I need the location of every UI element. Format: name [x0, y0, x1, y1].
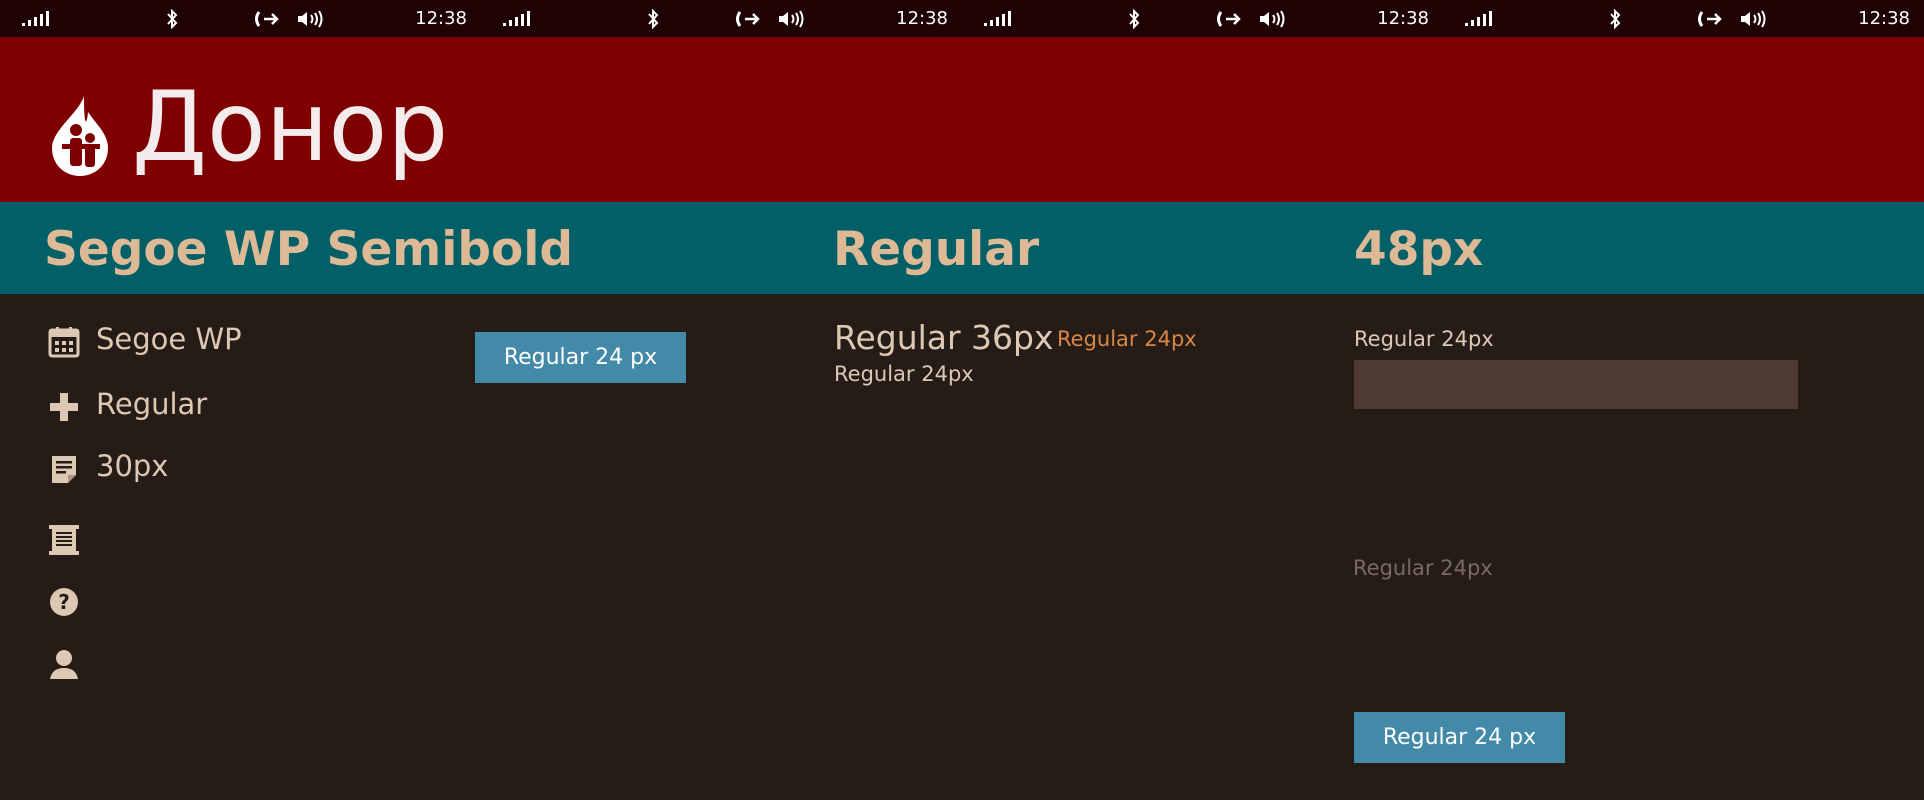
bluetooth-icon: [1129, 9, 1140, 29]
person-icon: [50, 650, 78, 679]
nav-item-label: 30px: [96, 449, 169, 483]
nav-item-help[interactable]: ?: [48, 578, 408, 622]
call-forwarding-icon: [255, 11, 279, 27]
volume-icon: [779, 10, 804, 28]
calendar-icon: [48, 327, 80, 358]
section-heading-2: Regular: [833, 222, 1040, 277]
section-header-bar: Segoe WP Semibold Regular 48px: [0, 202, 1924, 294]
nav-item-calendar[interactable]: Segoe WP: [48, 318, 408, 362]
call-forwarding-icon: [1698, 11, 1722, 27]
bluetooth-icon: [1610, 9, 1621, 29]
regular-24px-button-right[interactable]: Regular 24 px: [1354, 712, 1565, 763]
bluetooth-icon: [648, 9, 659, 29]
receipt-icon: [49, 525, 79, 555]
call-forwarding-icon: [1217, 11, 1241, 27]
nav-item-label: Regular: [96, 387, 208, 421]
sample-text-24px: Regular 24px: [834, 362, 974, 386]
nav-item-label: Segoe WP: [96, 322, 242, 356]
status-bar: 12:38: [481, 0, 962, 37]
help-icon: ?: [50, 588, 78, 616]
sample-text-36px: Regular 36px: [834, 318, 1054, 357]
plus-icon: [50, 393, 78, 421]
nav-item-add[interactable]: Regular: [48, 383, 408, 427]
blood-drop-people-logo: [52, 96, 108, 176]
signal-strength-icon: [503, 11, 530, 26]
app-header: Донор: [0, 37, 1924, 202]
signal-strength-icon: [1465, 11, 1492, 26]
status-bars: 12:38 12:38 12:38 12:38: [0, 0, 1924, 37]
svg-text:?: ?: [58, 590, 70, 614]
regular-24px-button[interactable]: Regular 24 px: [475, 332, 686, 383]
section-heading-1: Segoe WP Semibold: [44, 222, 574, 277]
sample-text-24px-accent: Regular 24px: [1057, 327, 1197, 351]
section-heading-3: 48px: [1354, 222, 1484, 277]
nav-item-profile[interactable]: [48, 640, 408, 684]
volume-icon: [1741, 10, 1766, 28]
clock: 12:38: [1858, 8, 1910, 29]
input-label: Regular 24px: [1354, 327, 1494, 351]
note-icon: [52, 456, 76, 483]
clock: 12:38: [896, 8, 948, 29]
bluetooth-icon: [167, 9, 178, 29]
clock: 12:38: [415, 8, 467, 29]
status-bar: 12:38: [962, 0, 1443, 37]
app-title: Донор: [132, 71, 449, 183]
text-input[interactable]: [1354, 360, 1798, 409]
clock: 12:38: [1377, 8, 1429, 29]
volume-icon: [1260, 10, 1285, 28]
nav-item-receipt[interactable]: [48, 516, 408, 560]
disabled-text: Regular 24px: [1353, 556, 1493, 580]
status-bar: 12:38: [1443, 0, 1924, 37]
call-forwarding-icon: [736, 11, 760, 27]
status-bar: 12:38: [0, 0, 481, 37]
nav-item-note[interactable]: 30px: [48, 445, 408, 489]
signal-strength-icon: [22, 11, 49, 26]
volume-icon: [298, 10, 323, 28]
signal-strength-icon: [984, 11, 1011, 26]
